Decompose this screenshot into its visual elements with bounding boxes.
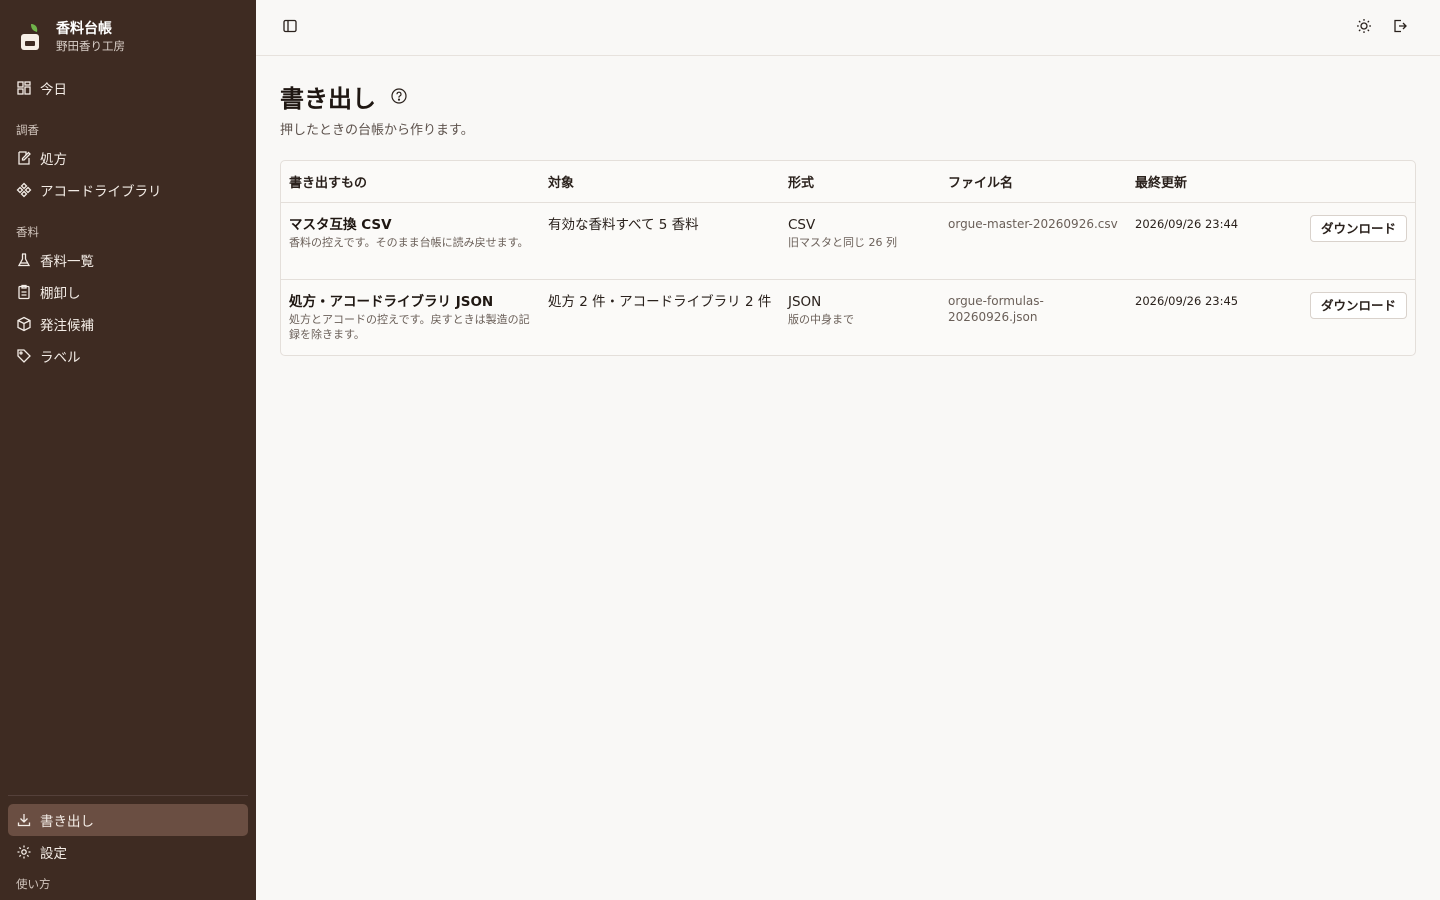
sidebar-toggle-button[interactable] xyxy=(274,12,306,44)
nav-label: 設定 xyxy=(40,846,67,862)
brand[interactable]: 香料台帳 野田香り工房 xyxy=(0,0,256,58)
export-updated: 2026/09/26 23:44 xyxy=(1135,216,1239,231)
export-filename: orgue-master-20260926.csv xyxy=(948,216,1118,231)
nav-labels[interactable]: ラベル xyxy=(8,340,248,372)
nav-label: 香料一覧 xyxy=(40,254,94,270)
edit-note-icon xyxy=(16,150,32,166)
nav-accords[interactable]: アコードライブラリ xyxy=(8,174,248,206)
page-subtitle: 押したときの台帳から作ります。 xyxy=(280,123,474,138)
export-target: 有効な香料すべて 5 香料 xyxy=(548,216,699,233)
download-button[interactable]: ダウンロード xyxy=(1309,291,1407,319)
download-icon xyxy=(16,812,32,828)
package-icon xyxy=(16,316,32,332)
export-filename: orgue-formulas-20260926.json xyxy=(948,293,1044,324)
export-description: 香料の控えです。そのまま台帳に読み戻せます。 xyxy=(289,235,529,249)
help-link[interactable]: 使い方 xyxy=(0,868,256,900)
nav-formulas[interactable]: 処方 xyxy=(8,142,248,174)
topbar xyxy=(256,0,1440,56)
nav-label: アコードライブラリ xyxy=(40,184,162,200)
nav-label: 今日 xyxy=(40,82,67,98)
nav-today[interactable]: 今日 xyxy=(8,72,248,104)
sidebar-divider xyxy=(8,795,248,796)
nav-settings[interactable]: 設定 xyxy=(8,836,248,868)
gear-icon xyxy=(16,844,32,860)
logout-icon xyxy=(1392,18,1408,38)
nav-materials[interactable]: 香料一覧 xyxy=(8,244,248,276)
export-format-note: 版の中身まで xyxy=(788,312,854,326)
nav-export[interactable]: 書き出し xyxy=(8,804,248,836)
workshop-name: 野田香り工房 xyxy=(56,38,125,53)
nav-inventory[interactable]: 棚卸し xyxy=(8,276,248,308)
export-table: 書き出すもの 対象 形式 ファイル名 最終更新 マスタ互換 CSV 香料の控えで… xyxy=(280,160,1416,356)
nav-section-materials: 香料 xyxy=(16,225,39,239)
help-circle-icon[interactable] xyxy=(390,87,408,105)
page-title: 書き出し xyxy=(280,84,376,113)
flask-icon xyxy=(16,252,32,268)
sun-icon xyxy=(1356,18,1372,38)
main-area: 書き出し 押したときの台帳から作ります。 書き出すもの 対象 形式 ファイル名 … xyxy=(256,0,1440,900)
nav-label: 処方 xyxy=(40,152,67,168)
export-description: 処方とアコードの控えです。戻すときは製造の記録を除きます。 xyxy=(289,312,530,341)
column-header-actions xyxy=(1267,161,1415,203)
table-row: マスタ互換 CSV 香料の控えです。そのまま台帳に読み戻せます。 有効な香料すべ… xyxy=(281,202,1415,280)
export-updated: 2026/09/26 23:45 xyxy=(1135,293,1239,308)
sidebar: 香料台帳 野田香り工房 今日 調香 処方 アコードライブラリ 香料 香料一覧 棚… xyxy=(0,0,256,900)
export-format: JSON xyxy=(788,293,822,310)
dashboard-icon xyxy=(16,80,32,96)
nav-label: 書き出し xyxy=(40,814,94,830)
column-header: 書き出すもの xyxy=(281,161,540,203)
clipboard-icon xyxy=(16,284,32,300)
sidebar-toggle-icon xyxy=(282,18,298,38)
nav-label: ラベル xyxy=(40,350,81,366)
export-target: 処方 2 件・アコードライブラリ 2 件 xyxy=(548,293,772,310)
column-header: ファイル名 xyxy=(940,161,1127,203)
tag-icon xyxy=(16,348,32,364)
table-row: 処方・アコードライブラリ JSON 処方とアコードの控えです。戻すときは製造の記… xyxy=(281,279,1415,355)
export-format: CSV xyxy=(788,216,816,233)
export-title: マスタ互換 CSV xyxy=(289,216,392,233)
nav-label: 棚卸し xyxy=(40,286,81,302)
table-header: 書き出すもの 対象 形式 ファイル名 最終更新 xyxy=(281,161,1415,203)
column-header: 最終更新 xyxy=(1127,161,1267,203)
diamond-icon xyxy=(16,182,32,198)
export-title: 処方・アコードライブラリ JSON xyxy=(289,293,494,310)
nav-section-blend: 調香 xyxy=(16,123,39,137)
logout-button[interactable] xyxy=(1384,12,1416,44)
theme-toggle-button[interactable] xyxy=(1348,12,1380,44)
nav-label: 発注候補 xyxy=(40,318,94,334)
column-header: 対象 xyxy=(540,161,780,203)
app-title: 香料台帳 xyxy=(56,20,112,37)
logo-icon xyxy=(18,22,42,52)
download-button[interactable]: ダウンロード xyxy=(1309,214,1407,242)
column-header: 形式 xyxy=(780,161,940,203)
nav-orders[interactable]: 発注候補 xyxy=(8,308,248,340)
export-format-note: 旧マスタと同じ 26 列 xyxy=(788,235,897,249)
